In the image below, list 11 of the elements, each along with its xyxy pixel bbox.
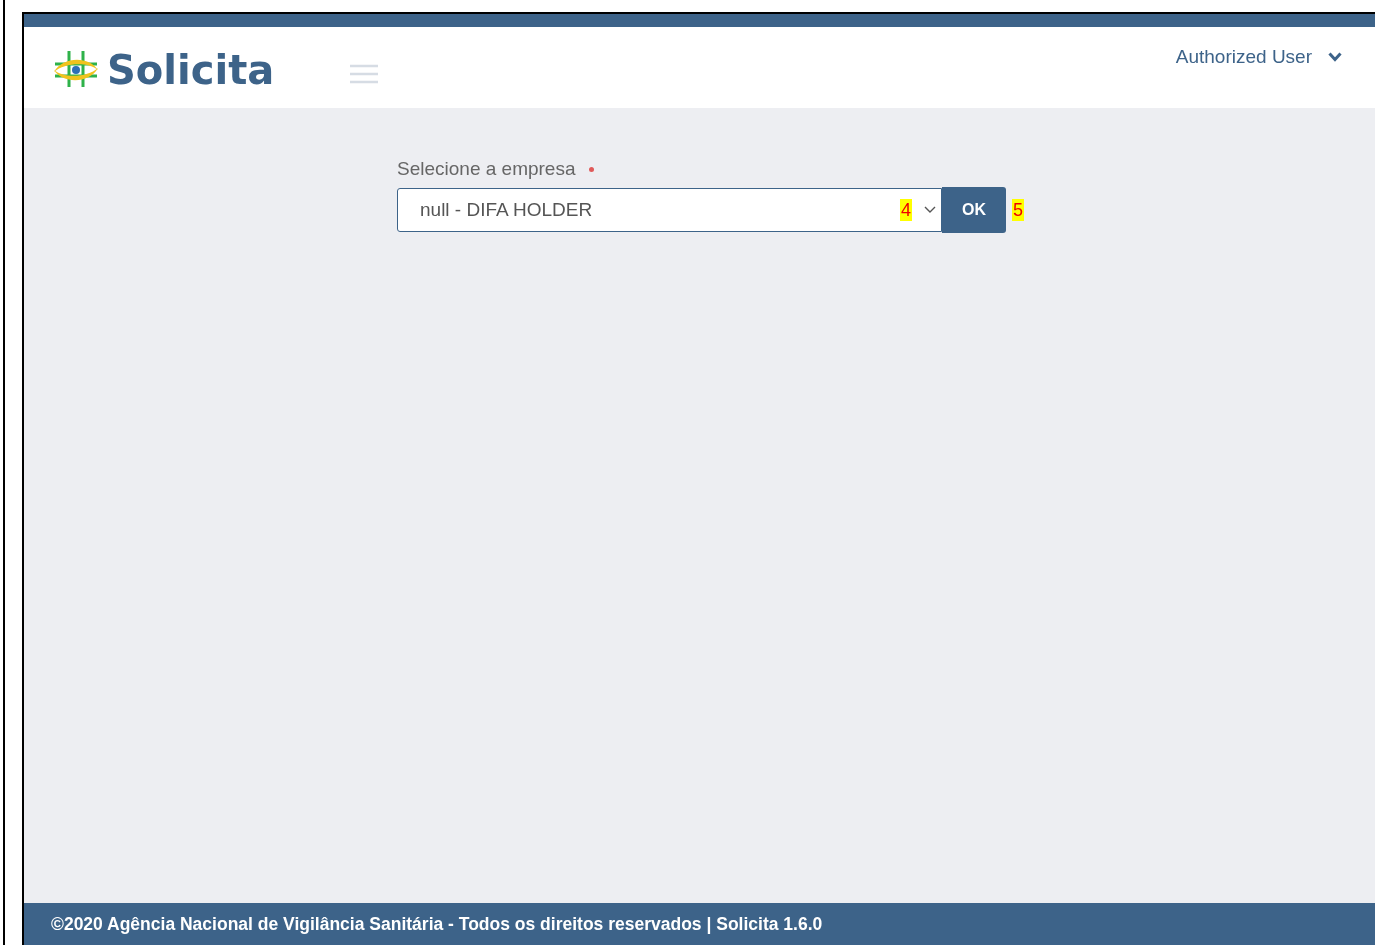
ok-button[interactable]: OK bbox=[942, 187, 1006, 233]
annotation-marker: 5 bbox=[1012, 199, 1024, 221]
user-menu[interactable]: Authorized User bbox=[1175, 46, 1342, 68]
field-label: Selecione a empresa bbox=[397, 158, 576, 180]
caret-icon bbox=[1328, 52, 1342, 62]
chevron-icon bbox=[924, 206, 936, 214]
company-select[interactable]: null - DIFA HOLDER 4 bbox=[397, 188, 942, 232]
menu-icon[interactable] bbox=[349, 63, 380, 85]
annotation-marker: 4 bbox=[900, 199, 912, 221]
copyright-text: ©2020 Agência Nacional de Vigilância Sanitária - Todos os direitos reservados | Solicita 1.6.0 bbox=[51, 913, 823, 935]
brand-name: Solicita bbox=[107, 47, 275, 93]
